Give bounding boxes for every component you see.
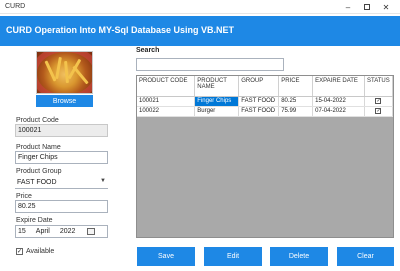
- product-name-label: Product Name: [16, 144, 61, 151]
- cell-date[interactable]: 15-04-2022: [312, 96, 365, 107]
- price-label: Price: [16, 193, 32, 200]
- column-header-status[interactable]: STATUS: [364, 76, 393, 97]
- calendar-icon[interactable]: [87, 228, 95, 235]
- product-code-label: Product Code: [16, 117, 59, 124]
- cell-code[interactable]: 100021: [137, 96, 196, 107]
- expire-day: 15: [18, 228, 26, 235]
- price-field[interactable]: 80.25: [15, 200, 108, 213]
- cell-group[interactable]: FAST FOOD: [238, 96, 280, 107]
- window-title: CURD: [5, 3, 26, 10]
- products-table: PRODUCT CODE PRODUCT NAME GROUP PRICE EX…: [137, 76, 393, 117]
- expire-date-picker[interactable]: 15 April 2022: [15, 225, 108, 238]
- save-button[interactable]: Save: [137, 247, 195, 266]
- status-checkbox[interactable]: ✓: [375, 98, 382, 104]
- expire-date-label: Expire Date: [16, 217, 53, 224]
- available-label: Available: [26, 248, 55, 255]
- available-checkbox[interactable]: ✓: [16, 248, 23, 255]
- page-title: CURD Operation Into MY-Sql Database Usin…: [6, 25, 235, 35]
- title-bar: CURD – ✕: [0, 0, 400, 14]
- maximize-button[interactable]: [359, 1, 375, 13]
- search-input[interactable]: [136, 58, 284, 71]
- status-checkbox[interactable]: ✓: [375, 108, 382, 114]
- header-banner: CURD Operation Into MY-Sql Database Usin…: [0, 16, 400, 46]
- product-name-value: Finger Chips: [18, 154, 58, 161]
- column-header-name[interactable]: PRODUCT NAME: [194, 76, 240, 97]
- edit-button[interactable]: Edit: [204, 247, 262, 266]
- browse-button[interactable]: Browse: [36, 95, 93, 107]
- expire-year: 2022: [59, 228, 76, 235]
- product-group-value: FAST FOOD: [17, 178, 57, 186]
- table-header-row: PRODUCT CODE PRODUCT NAME GROUP PRICE EX…: [137, 76, 393, 97]
- cell-group[interactable]: FAST FOOD: [238, 106, 280, 117]
- expire-month: April: [35, 228, 50, 235]
- cell-status[interactable]: ✓: [364, 106, 393, 117]
- column-header-date[interactable]: EXPAIRE DATE: [312, 76, 365, 97]
- cell-date[interactable]: 07-04-2022: [312, 106, 365, 117]
- product-group-select[interactable]: FAST FOOD ▼: [15, 176, 108, 189]
- cell-code[interactable]: 100022: [137, 106, 196, 117]
- delete-button[interactable]: Delete: [270, 247, 328, 266]
- product-name-field[interactable]: Finger Chips: [15, 151, 108, 164]
- product-code-field[interactable]: 100021: [15, 124, 108, 137]
- maximize-icon: [364, 4, 370, 10]
- column-header-code[interactable]: PRODUCT CODE: [137, 76, 196, 97]
- column-header-group[interactable]: GROUP: [238, 76, 280, 97]
- clear-button[interactable]: Clear: [337, 247, 394, 266]
- column-header-price[interactable]: PRICE: [278, 76, 314, 97]
- search-label: Search: [136, 47, 160, 54]
- cell-status[interactable]: ✓: [364, 96, 393, 107]
- product-group-label: Product Group: [16, 168, 62, 175]
- products-grid[interactable]: PRODUCT CODE PRODUCT NAME GROUP PRICE EX…: [136, 75, 394, 238]
- close-button[interactable]: ✕: [378, 1, 394, 13]
- table-row[interactable]: 100021 Finger Chips FAST FOOD 80.25 15-0…: [137, 96, 393, 107]
- price-value: 80.25: [18, 203, 36, 210]
- product-code-value: 100021: [18, 127, 42, 134]
- cell-name[interactable]: Burger: [194, 106, 240, 117]
- minimize-button[interactable]: –: [340, 1, 356, 13]
- cell-name[interactable]: Finger Chips: [194, 96, 240, 107]
- table-row[interactable]: 100022 Burger FAST FOOD 75.99 07-04-2022…: [137, 106, 393, 117]
- cell-price[interactable]: 80.25: [278, 96, 314, 107]
- product-image: [36, 51, 93, 94]
- chevron-down-icon: ▼: [100, 178, 106, 184]
- cell-price[interactable]: 75.99: [278, 106, 314, 117]
